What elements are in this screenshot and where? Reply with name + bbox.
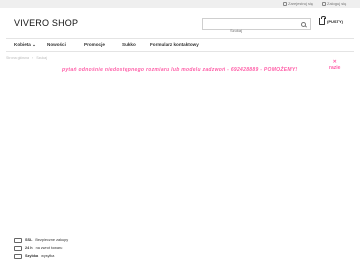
shopping-bag-icon <box>319 15 326 25</box>
nav-item-sukko[interactable]: Sukko <box>122 42 136 47</box>
lock-icon <box>322 1 326 6</box>
register-label: Zarejestruj się <box>288 1 314 6</box>
features-list: SSL Bezpieczne zakupy 24 h na zwrot towa… <box>14 236 68 260</box>
cart-label: (PUSTY) <box>327 19 343 24</box>
logo[interactable]: VIVERO SHOP <box>14 18 78 28</box>
feature-item: Szybka wysyłka <box>14 252 68 260</box>
shield-icon <box>14 237 22 243</box>
search-icon[interactable] <box>301 22 306 27</box>
breadcrumb-separator: › <box>31 56 34 60</box>
feature-item: SSL Bezpieczne zakupy <box>14 236 68 244</box>
breadcrumb: Strona główna › Szukaj <box>6 56 47 60</box>
cart-button[interactable]: (PUSTY) <box>319 15 343 25</box>
nav-item-promocje[interactable]: Promocje <box>84 42 105 47</box>
login-label: Zaloguj się <box>327 1 347 6</box>
nav-item-nowosci[interactable]: Nowości <box>47 42 66 47</box>
breadcrumb-current: Szukaj <box>36 56 47 60</box>
chevron-down-icon: ⌄ <box>32 42 36 47</box>
banner-close-label: razie <box>329 65 341 71</box>
nav-item-kobieta[interactable]: Kobieta ⌄ <box>14 42 36 48</box>
nav-item-kontakt[interactable]: Formularz kontaktowy <box>150 42 199 47</box>
feature-item: 24 h na zwrot towaru <box>14 244 68 252</box>
login-link[interactable]: Zaloguj się <box>322 1 346 6</box>
search-input[interactable] <box>203 25 310 36</box>
banner-close[interactable]: ✕ razie <box>329 59 340 71</box>
breadcrumb-home[interactable]: Strona główna <box>6 56 29 60</box>
search-box[interactable] <box>202 18 311 36</box>
main-nav: Kobieta ⌄ Nowości Promocje Sukko Formula… <box>6 38 354 52</box>
info-banner: pytań odnośnie niedostępnego rozmiaru lu… <box>62 67 298 73</box>
register-link[interactable]: Zarejestruj się <box>283 1 313 6</box>
user-icon <box>283 1 287 6</box>
return-icon <box>14 245 22 251</box>
top-bar: Zarejestruj się Zaloguj się <box>0 0 360 8</box>
truck-icon <box>14 253 22 259</box>
